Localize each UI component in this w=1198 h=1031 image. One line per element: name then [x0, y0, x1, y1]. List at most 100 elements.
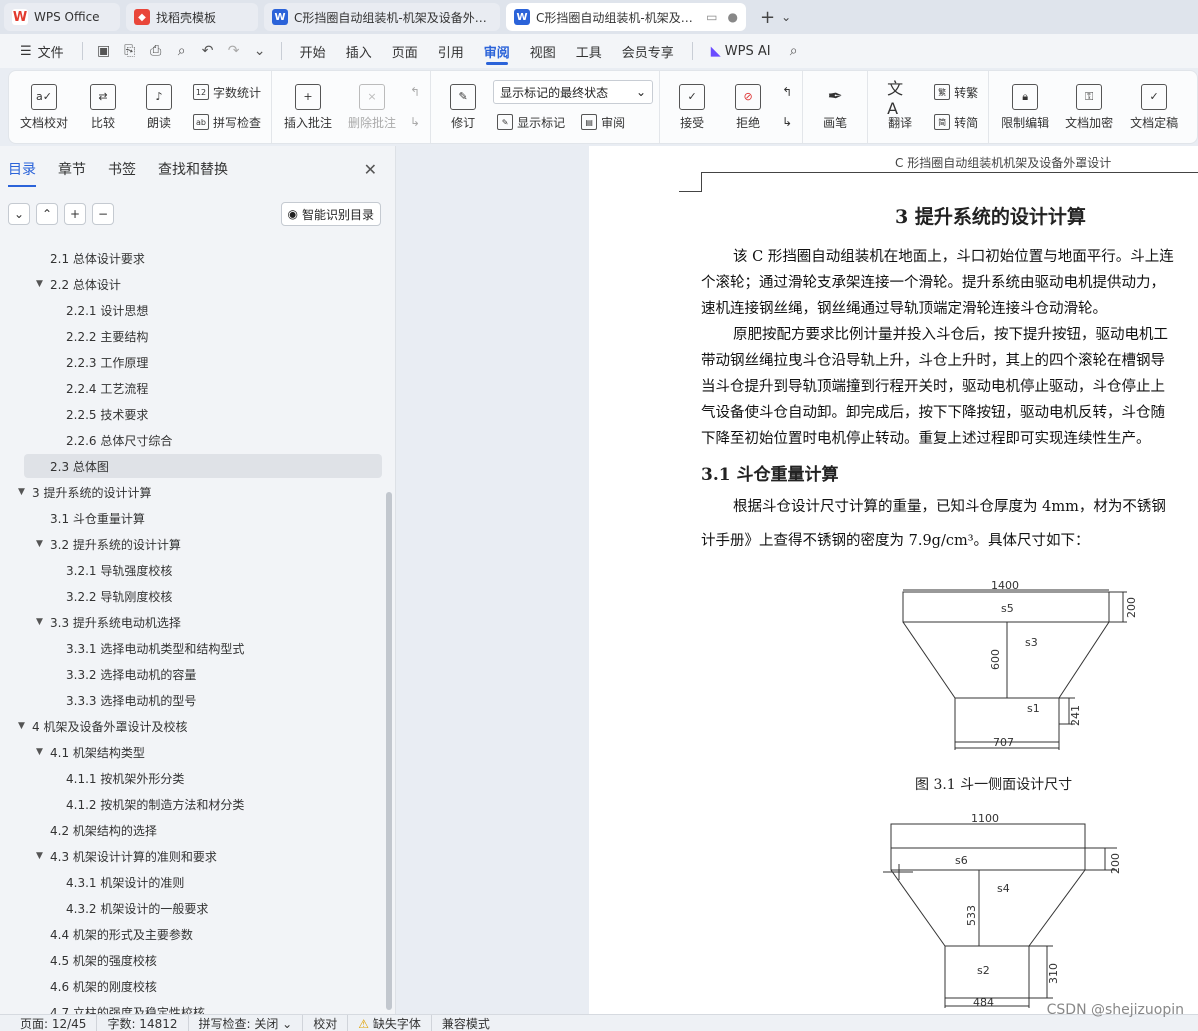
doc-check-button[interactable]: a✓ 文档校对: [15, 75, 73, 139]
next-change-icon[interactable]: ↳: [778, 110, 796, 134]
search-icon[interactable]: ⌕: [781, 34, 807, 68]
toc-item[interactable]: 2.2.1 设计思想: [66, 298, 148, 322]
expand-arrow-icon[interactable]: ▼: [36, 747, 50, 757]
review-pane-button[interactable]: ▤ 审阅: [577, 110, 629, 134]
remove-icon[interactable]: −: [92, 203, 114, 225]
accept-button[interactable]: ✓ 接受: [666, 75, 718, 139]
spell-check-status[interactable]: 拼写检查: 关闭 ⌄: [189, 1014, 304, 1031]
toc-item[interactable]: ▼ 2.2 总体设计: [36, 272, 121, 296]
finalize-button[interactable]: ✓ 文档定稿: [1123, 75, 1185, 139]
collapse-up-icon[interactable]: ⌃: [36, 203, 58, 225]
menu-member[interactable]: 会员专享: [612, 34, 684, 68]
compare-button[interactable]: ⇄ 比较: [77, 75, 129, 139]
tab-wps-office[interactable]: W WPS Office: [4, 3, 120, 31]
tab-docer[interactable]: ◆ 找稻壳模板: [126, 3, 258, 31]
expand-arrow-icon[interactable]: ▼: [36, 617, 50, 627]
toc-item[interactable]: 3.3.3 选择电动机的型号: [66, 688, 196, 712]
print-icon[interactable]: ⎙: [143, 34, 169, 68]
spell-check-button[interactable]: ab 拼写检查: [189, 110, 265, 134]
show-markup-button[interactable]: ✎ 显示标记: [493, 110, 569, 134]
expand-down-icon[interactable]: ⌄: [8, 203, 30, 225]
toc-item[interactable]: 3.2.1 导轨强度校核: [66, 558, 172, 582]
tab-bookmarks[interactable]: 书签: [108, 159, 136, 179]
next-comment-icon[interactable]: ↳: [406, 110, 424, 134]
scrollbar-thumb[interactable]: [386, 492, 392, 1010]
toc-item[interactable]: 4.7 立柱的强度及稳定性校核: [50, 1000, 205, 1015]
toc-item[interactable]: 4.3.2 机架设计的一般要求: [66, 896, 208, 920]
menu-tools[interactable]: 工具: [566, 34, 612, 68]
insert-comment-button[interactable]: + 插入批注: [278, 75, 338, 139]
missing-font-status[interactable]: ⚠ 缺失字体: [348, 1014, 432, 1031]
toc-item[interactable]: 4.1.2 按机架的制造方法和材分类: [66, 792, 244, 816]
toc-item[interactable]: 2.1 总体设计要求: [50, 246, 145, 270]
toc-item[interactable]: 4.2 机架结构的选择: [50, 818, 157, 842]
toc-item[interactable]: 2.2.3 工作原理: [66, 350, 148, 374]
toc-item[interactable]: ▼ 3.2 提升系统的设计计算: [36, 532, 181, 556]
read-aloud-button[interactable]: ♪ 朗读: [133, 75, 185, 139]
to-simplified-button[interactable]: 简转简: [930, 110, 982, 134]
save-icon[interactable]: ▣: [91, 34, 117, 68]
more-dropdown-icon[interactable]: ⌄: [247, 34, 273, 68]
expand-arrow-icon[interactable]: ▼: [36, 539, 50, 549]
close-icon[interactable]: ✕: [364, 160, 377, 179]
document-page[interactable]: C 形挡圈自动组装机机架及设备外罩设计 3 提升系统的设计计算 该 C 形挡圈自…: [589, 146, 1198, 1014]
word-count-button[interactable]: 12 字数统计: [189, 80, 265, 104]
page-indicator[interactable]: 页面: 12/45: [10, 1014, 98, 1031]
tab-list-dropdown[interactable]: ⌄: [781, 10, 791, 24]
prev-change-icon[interactable]: ↰: [778, 80, 796, 104]
wps-ai-button[interactable]: ◣ WPS AI: [701, 34, 781, 68]
toc-item[interactable]: 2.2.5 技术要求: [66, 402, 148, 426]
toc-item[interactable]: ▼ 4 机架及设备外罩设计及校核: [18, 714, 187, 738]
to-traditional-button[interactable]: 繁转繁: [930, 80, 982, 104]
toc-item[interactable]: 3.3.1 选择电动机类型和结构型式: [66, 636, 244, 660]
tab-document-1[interactable]: W C形挡圈自动组装机-机架及设备外罩设: [264, 3, 500, 31]
redo-icon[interactable]: ↷: [221, 34, 247, 68]
prev-comment-icon[interactable]: ↰: [406, 80, 424, 104]
toc-item[interactable]: 2.2.6 总体尺寸综合: [66, 428, 172, 452]
toc-item[interactable]: ▼ 4.1 机架结构类型: [36, 740, 145, 764]
expand-arrow-icon[interactable]: ▼: [18, 721, 32, 731]
toc-item[interactable]: 3.1 斗仓重量计算: [50, 506, 145, 530]
toc-item[interactable]: ▼ 4.3 机架设计计算的准则和要求: [36, 844, 217, 868]
unsaved-dot-icon[interactable]: ●: [728, 10, 738, 24]
tab-toc[interactable]: 目录: [8, 159, 36, 187]
smart-toc-button[interactable]: ◉ 智能识别目录: [280, 202, 381, 226]
file-menu[interactable]: ☰ 文件: [10, 34, 74, 68]
menu-reference[interactable]: 引用: [428, 34, 474, 68]
track-changes-button[interactable]: ✎ 修订: [437, 75, 489, 139]
toc-item[interactable]: 4.3.1 机架设计的准则: [66, 870, 184, 894]
word-count-status[interactable]: 字数: 14812: [97, 1014, 189, 1031]
restrict-edit-button[interactable]: 🔒︎ 限制编辑: [995, 75, 1055, 139]
toc-item[interactable]: ▼ 3.3 提升系统电动机选择: [36, 610, 181, 634]
toc-item[interactable]: ▼ 3 提升系统的设计计算: [18, 480, 151, 504]
expand-arrow-icon[interactable]: ▼: [36, 851, 50, 861]
toc-item[interactable]: 2.3 总体图: [50, 454, 109, 478]
menu-insert[interactable]: 插入: [336, 34, 382, 68]
toc-item[interactable]: 4.4 机架的形式及主要参数: [50, 922, 193, 946]
expand-arrow-icon[interactable]: ▼: [18, 487, 32, 497]
new-tab-button[interactable]: +: [760, 7, 775, 28]
toc-item[interactable]: 4.5 机架的强度校核: [50, 948, 157, 972]
toc-item[interactable]: 3.2.2 导轨刚度校核: [66, 584, 172, 608]
menu-start[interactable]: 开始: [290, 34, 336, 68]
print-preview-icon[interactable]: ⌕: [169, 34, 195, 68]
toc-item[interactable]: 2.2.2 主要结构: [66, 324, 148, 348]
markup-state-select[interactable]: 显示标记的最终状态 ⌄: [493, 80, 654, 104]
add-icon[interactable]: +: [64, 203, 86, 225]
tab-sections[interactable]: 章节: [58, 159, 86, 179]
toc-item[interactable]: 2.2.4 工艺流程: [66, 376, 148, 400]
encrypt-button[interactable]: ⚿ 文档加密: [1059, 75, 1119, 139]
menu-view[interactable]: 视图: [520, 34, 566, 68]
menu-page[interactable]: 页面: [382, 34, 428, 68]
reject-button[interactable]: ⊘ 拒绝: [722, 75, 774, 139]
toc-item[interactable]: 4.1.1 按机架外形分类: [66, 766, 184, 790]
translate-button[interactable]: 文A 翻译: [874, 75, 926, 139]
menu-review[interactable]: 审阅: [474, 34, 520, 68]
proof-status[interactable]: 校对: [303, 1014, 349, 1031]
tab-document-2[interactable]: W C形挡圈自动组装机-机架及设备外罩设 ▭ ●: [506, 3, 746, 31]
tab-find-replace[interactable]: 查找和替换: [158, 159, 228, 179]
undo-icon[interactable]: ↶: [195, 34, 221, 68]
expand-arrow-icon[interactable]: ▼: [36, 279, 50, 289]
delete-comment-button[interactable]: × 删除批注: [342, 75, 402, 139]
pen-button[interactable]: ✒ 画笔: [809, 75, 861, 139]
